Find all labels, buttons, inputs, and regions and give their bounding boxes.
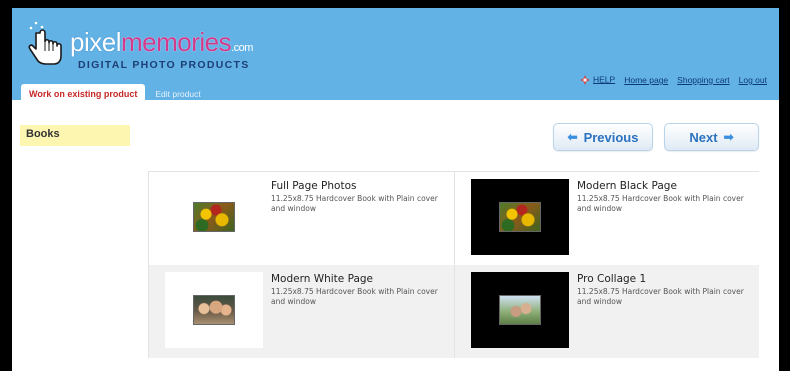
product-description: 11.25x8.75 Hardcover Book with Plain cov… — [271, 287, 438, 306]
product-thumbnail — [165, 272, 263, 348]
arrow-right-icon: ➡ — [723, 130, 734, 144]
product-title: Modern White Page — [271, 273, 374, 285]
product-card[interactable]: Pro Collage 1 11.25x8.75 Hardcover Book … — [454, 265, 759, 358]
product-card[interactable]: Modern White Page 11.25x8.75 Hardcover B… — [149, 265, 454, 358]
arrow-left-icon: ⬅ — [567, 130, 578, 144]
sidebar-item-books[interactable]: Books — [20, 125, 130, 146]
header: pixelmemories.com DIGITAL PHOTO PRODUCTS… — [12, 8, 779, 110]
previous-button[interactable]: ⬅ Previous — [553, 123, 653, 151]
home-page-link[interactable]: Home page — [624, 75, 668, 85]
next-button[interactable]: Next ➡ — [664, 123, 759, 151]
tab-work-on-existing-product[interactable]: Work on existing product — [21, 84, 146, 110]
app-frame: pixelmemories.com DIGITAL PHOTO PRODUCTS… — [12, 8, 779, 371]
logout-link[interactable]: Log out — [739, 75, 767, 85]
brand-name-suffix: .com — [231, 42, 253, 54]
pointing-hand-icon — [28, 21, 62, 65]
brand-name-part2: memories — [120, 27, 232, 57]
outdoor-photo — [499, 295, 541, 325]
product-grid: Full Page Photos 11.25x8.75 Hardcover Bo… — [148, 171, 759, 358]
header-links: HELP Home page Shopping cart Log out — [579, 74, 767, 86]
product-description: 11.25x8.75 Hardcover Book with Plain cov… — [577, 194, 744, 213]
product-card[interactable]: Modern Black Page 11.25x8.75 Hardcover B… — [454, 172, 759, 265]
shopping-cart-link[interactable]: Shopping cart — [677, 75, 729, 85]
brand-tagline: DIGITAL PHOTO PRODUCTS — [78, 59, 250, 71]
product-thumbnail — [165, 179, 263, 255]
brand-name-part1: pixel — [70, 27, 121, 57]
product-thumbnail — [471, 179, 569, 255]
product-description: 11.25x8.75 Hardcover Book with Plain cov… — [271, 194, 438, 213]
help-link[interactable]: HELP — [593, 74, 615, 84]
logo[interactable]: pixelmemories.com DIGITAL PHOTO PRODUCTS — [26, 15, 253, 77]
flowers-photo — [193, 202, 235, 232]
product-title: Full Page Photos — [271, 180, 357, 192]
puzzle-help-icon — [580, 75, 590, 85]
product-card[interactable]: Full Page Photos 11.25x8.75 Hardcover Bo… — [149, 172, 454, 265]
product-title: Pro Collage 1 — [577, 273, 647, 285]
next-button-label: Next — [689, 129, 718, 145]
tab-edit-product[interactable]: Edit product — [145, 84, 210, 103]
product-thumbnail — [471, 272, 569, 348]
tab-bar: Work on existing product Edit product — [21, 84, 211, 110]
people-photo — [193, 295, 235, 325]
product-description: 11.25x8.75 Hardcover Book with Plain cov… — [577, 287, 744, 306]
previous-button-label: Previous — [583, 129, 639, 145]
product-title: Modern Black Page — [577, 180, 677, 192]
help-link-group[interactable]: HELP — [579, 74, 615, 86]
flowers-photo — [499, 202, 541, 232]
brand-name: pixelmemories.com — [70, 29, 253, 61]
